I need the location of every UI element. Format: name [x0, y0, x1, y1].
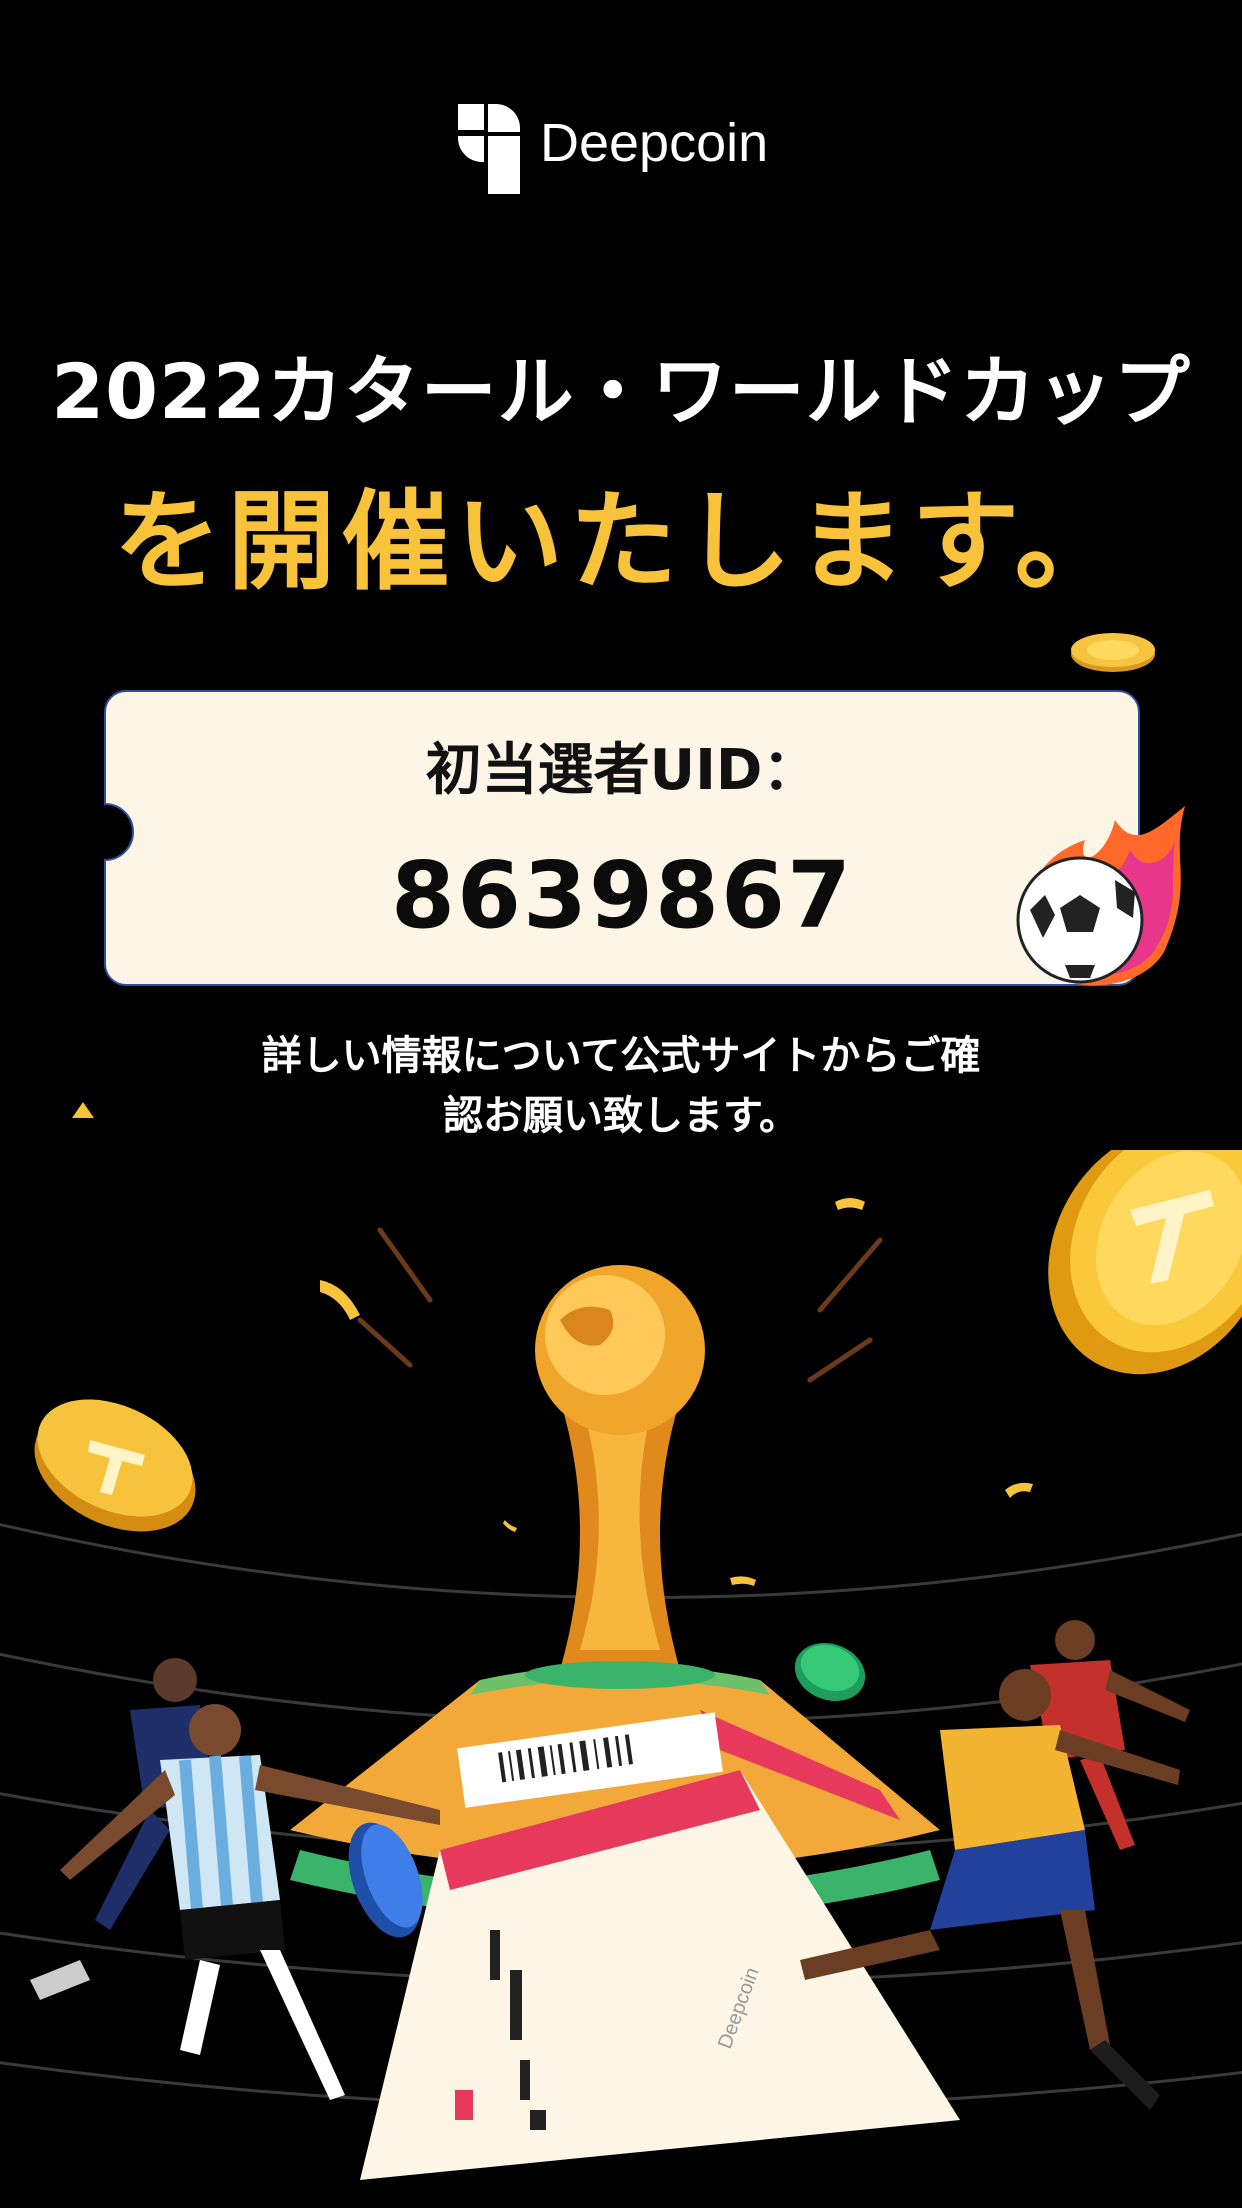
- info-text: 詳しい情報について公式サイトからご確 認お願い致します。: [190, 1026, 1052, 1146]
- flaming-soccer-ball-icon: [1016, 806, 1185, 986]
- tether-coin-icon: [1048, 1150, 1242, 1375]
- brand-name: Deepcoin: [540, 113, 769, 173]
- ticket-label: 初当選者UID：: [425, 738, 819, 803]
- info-line1: 詳しい情報について公式サイトからご確: [261, 1033, 981, 1079]
- confetti-triangle: [72, 1102, 94, 1118]
- headline-line1: 2022カタール・ワールドカップ: [51, 347, 1191, 436]
- winner-uid: 8639867: [390, 842, 854, 949]
- brand-header: Deepcoin: [458, 102, 788, 194]
- small-coin-icon: [1071, 633, 1155, 672]
- trophy-illustration: [525, 1265, 715, 1689]
- info-line2: 認お願い致します。: [443, 1093, 799, 1139]
- world-cup-illustration: Deepcoin: [0, 1150, 1242, 2180]
- green-coin-icon: [794, 1642, 866, 1702]
- headline-line2: を開催いたします。: [113, 480, 1129, 605]
- tether-coin-left-icon: [34, 1399, 196, 1532]
- deepcoin-logo-icon: [458, 104, 520, 194]
